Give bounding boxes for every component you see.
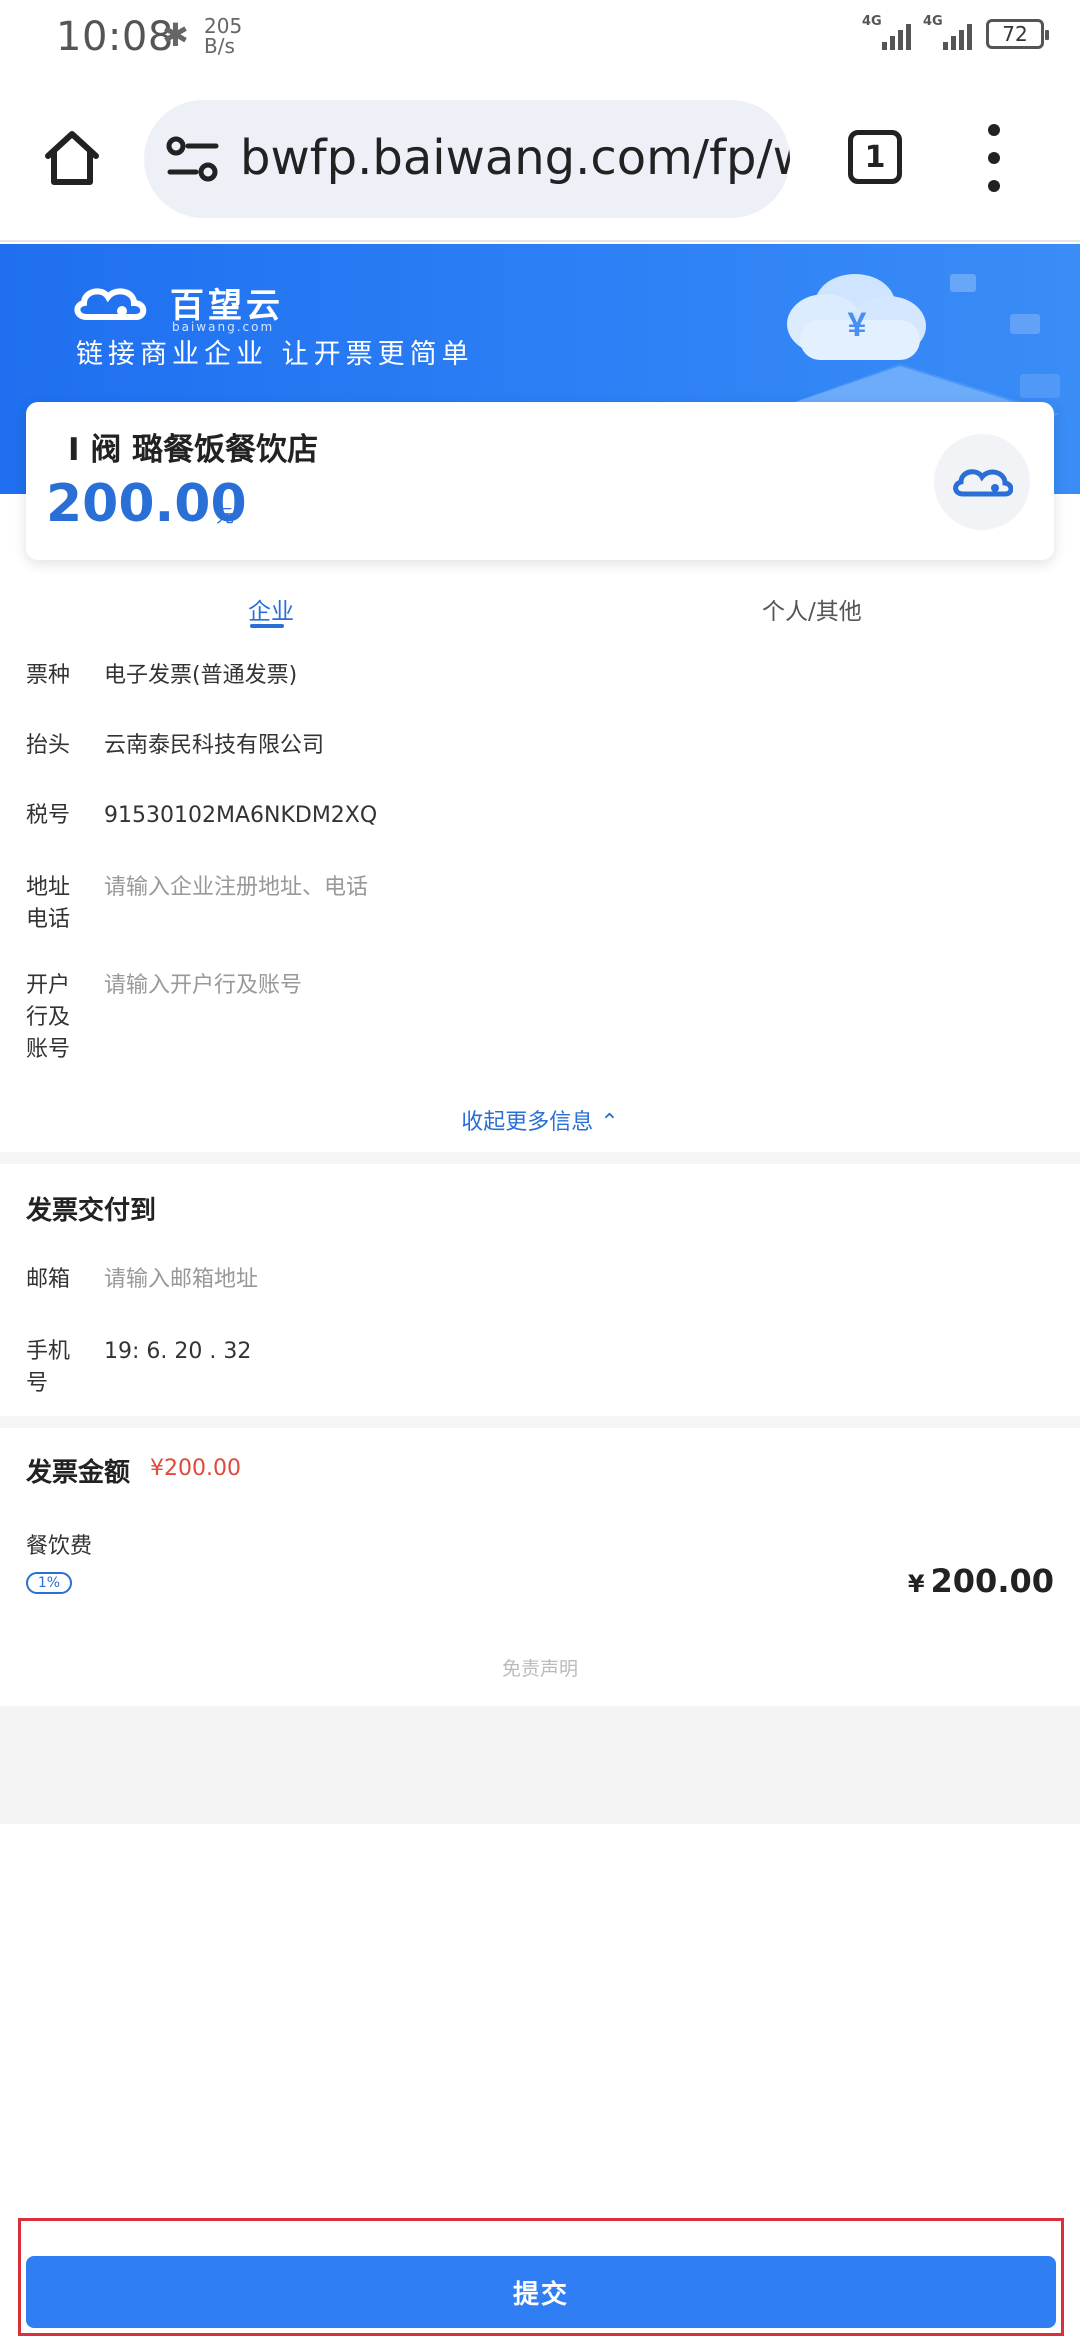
invoice-amount-title: 发票金额 <box>26 1458 131 1488</box>
bank-account-input[interactable]: 请输入开户行及账号 <box>104 970 302 1002</box>
battery-icon: 72 <box>986 19 1049 49</box>
status-icons: 4G 4G 72 <box>862 14 1049 50</box>
disclaimer-link[interactable]: 免责声明 <box>0 1654 1080 1681</box>
tab-personal-other[interactable]: 个人/其他 <box>762 592 862 626</box>
tab-switcher-button[interactable]: 1 <box>848 130 902 184</box>
network-speed: 205 B/s <box>204 14 243 58</box>
tab-company[interactable]: 企业 <box>248 592 294 626</box>
home-icon[interactable] <box>40 126 104 190</box>
banner-slogan: 链接商业企业 让开票更简单 <box>76 339 474 370</box>
bluetooth-icon: ✱ <box>162 16 189 54</box>
collapse-more-info-button[interactable]: 收起更多信息 ⌃ <box>0 1104 1080 1136</box>
footer-spacer <box>0 1706 1080 1824</box>
email-label: 邮箱 <box>26 1267 71 1292</box>
svg-text:¥: ¥ <box>848 306 867 344</box>
invoice-type-label: 票种 <box>26 663 71 688</box>
phone-label: 手机号 <box>26 1339 71 1396</box>
merchant-logo <box>934 434 1030 530</box>
address-phone-input[interactable]: 请输入企业注册地址、电话 <box>104 872 368 904</box>
url-text[interactable]: bwfp.baiwang.com/fp/w <box>240 130 790 186</box>
status-bar: 10:08 ✱ 205 B/s 4G 4G 72 <box>0 0 1080 78</box>
merchant-name: I 阀 璐餐饭餐饮店 <box>68 432 319 468</box>
status-time: 10:08 <box>56 14 174 60</box>
line-item-amount: ¥200.00 <box>907 1562 1054 1600</box>
brand-logo: 百望云 baiwang.com <box>72 278 284 334</box>
bank-account-label: 开户行及账号 <box>26 973 71 1062</box>
merchant-unit: 元 <box>216 506 234 527</box>
section-divider <box>0 1416 1080 1428</box>
tax-number-label: 税号 <box>26 803 71 828</box>
browser-toolbar: bwfp.baiwang.com/fp/w 1 <box>0 78 1080 242</box>
email-input[interactable]: 请输入邮箱地址 <box>104 1264 258 1296</box>
signal-icon: 4G <box>862 14 911 50</box>
tax-rate-badge: 1% <box>26 1572 72 1594</box>
tab-active-indicator <box>250 624 284 628</box>
submit-button[interactable]: 提交 <box>26 2256 1056 2328</box>
merchant-card: I 阀 璐餐饭餐饮店 200.00 元 <box>26 402 1054 560</box>
section-divider <box>0 1152 1080 1164</box>
address-bar[interactable]: bwfp.baiwang.com/fp/w <box>144 100 790 218</box>
invoice-total: ¥200.00 <box>150 1456 241 1481</box>
cloud-logo-icon <box>74 287 147 320</box>
site-settings-icon[interactable] <box>166 134 220 184</box>
delivery-section-title: 发票交付到 <box>26 1196 157 1226</box>
phone-input[interactable]: 19: 6. 20 . 32 <box>104 1336 251 1368</box>
tax-number-field[interactable]: 91530102MA6NKDM2XQ <box>104 800 377 832</box>
invoice-type-field[interactable]: 电子发票(普通发票) <box>104 660 297 692</box>
address-phone-label: 地址电话 <box>26 875 71 932</box>
title-label: 抬头 <box>26 733 71 758</box>
signal-icon: 4G <box>923 14 972 50</box>
more-menu-icon[interactable] <box>982 124 1006 192</box>
line-item-name: 餐饮费 <box>26 1534 93 1559</box>
title-field[interactable]: 云南泰民科技有限公司 <box>104 730 324 762</box>
cloud-logo-icon <box>953 469 1013 497</box>
